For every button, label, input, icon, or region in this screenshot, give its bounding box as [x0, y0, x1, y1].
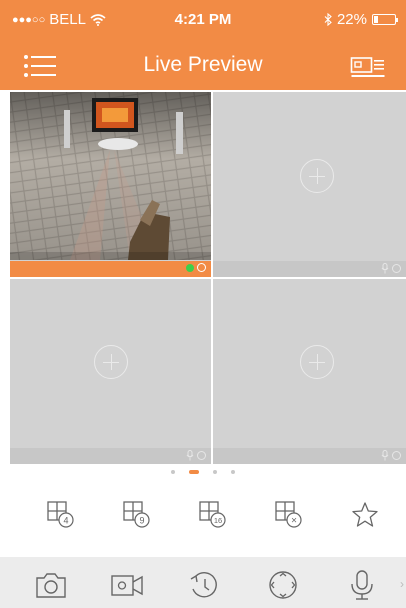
grid-16-icon: 16 [199, 501, 226, 528]
record-icon [111, 575, 143, 596]
layout-4-label: 4 [63, 516, 68, 526]
grid-9-icon: 9 [123, 501, 150, 528]
video-tile-1[interactable] [10, 92, 211, 277]
page-dot-1[interactable] [171, 470, 175, 474]
tile-status-bar [10, 448, 211, 464]
add-camera-icon[interactable] [300, 159, 334, 193]
device-list-icon [350, 57, 385, 77]
tile-status-icons [186, 450, 206, 461]
tile-status-icons [381, 263, 401, 274]
add-camera-icon[interactable] [300, 345, 334, 379]
audio-indicator-icon [197, 263, 206, 272]
ptz-button[interactable] [266, 569, 300, 601]
playback-button[interactable] [187, 569, 221, 601]
layout-4-button[interactable]: 4 [46, 500, 76, 530]
microphone-small-icon [381, 263, 389, 274]
page-title: Live Preview [143, 53, 263, 76]
record-button[interactable] [110, 569, 144, 601]
tile-status-bar [213, 261, 406, 277]
bottom-toolbar: › [0, 557, 406, 608]
layout-16-button[interactable]: 16 [198, 500, 228, 530]
audio-indicator-icon [392, 264, 401, 273]
layout-16-label: 16 [214, 516, 222, 525]
snapshot-icon [36, 573, 66, 598]
layout-9-button[interactable]: 9 [122, 500, 152, 530]
audio-indicator-icon [197, 451, 206, 460]
grid-close-icon: × [275, 501, 302, 528]
tile-status-bar [213, 448, 406, 464]
battery-percent: 22% [336, 11, 367, 28]
snapshot-button[interactable] [34, 569, 68, 601]
online-indicator-icon [186, 263, 194, 272]
tile-status-icons [186, 263, 206, 272]
audio-indicator-icon [392, 451, 401, 460]
battery-fill [374, 16, 378, 23]
video-tile-3[interactable] [10, 279, 211, 464]
grid-4-icon: 4 [47, 501, 74, 528]
battery-icon [372, 14, 398, 25]
layout-selector: 4 9 16 × [0, 500, 406, 532]
layout-close-button[interactable]: × [274, 500, 304, 530]
nav-bar: Live Preview [0, 42, 406, 90]
tile-status-icons [381, 450, 401, 461]
page-dot-3[interactable] [213, 470, 217, 474]
page-dot-4[interactable] [231, 470, 235, 474]
tile-status-bar [10, 261, 211, 277]
microphone-small-icon [381, 450, 389, 461]
page-dot-2[interactable] [189, 470, 199, 474]
status-right: 22% [324, 11, 398, 28]
ptz-icon [269, 571, 297, 599]
chevron-right-icon[interactable]: › [400, 577, 404, 591]
layout-close-label: × [291, 516, 297, 527]
bluetooth-icon [324, 13, 332, 26]
microphone-icon [351, 570, 373, 600]
video-tile-2[interactable] [213, 92, 406, 277]
device-list-button[interactable] [350, 54, 386, 80]
page-indicator [0, 470, 406, 474]
playback-icon [190, 572, 217, 598]
star-icon [352, 502, 378, 527]
video-tile-4[interactable] [213, 279, 406, 464]
add-camera-icon[interactable] [94, 345, 128, 379]
live-preview-screen: ●●●○○ BELL 4:21 PM 22% Live Preview 4 9 … [0, 0, 406, 608]
status-bar: ●●●○○ BELL 4:21 PM 22% [0, 0, 406, 42]
layout-9-label: 9 [139, 516, 144, 526]
talk-button[interactable] [345, 569, 379, 601]
camera-feed-image [10, 92, 211, 260]
favorite-button[interactable] [350, 500, 380, 530]
video-grid [10, 92, 406, 464]
microphone-small-icon [186, 450, 194, 461]
